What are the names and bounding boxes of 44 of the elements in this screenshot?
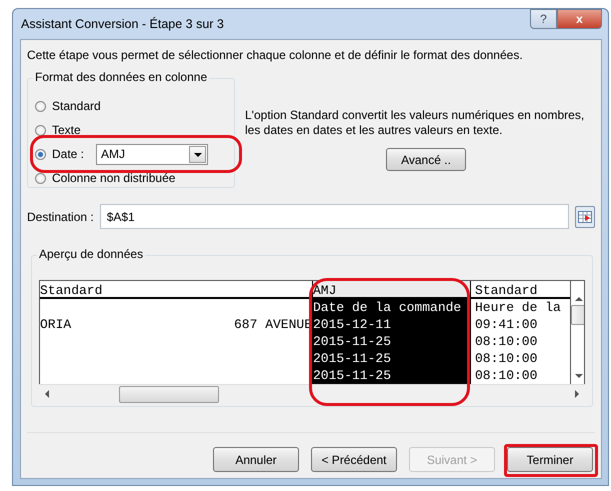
table-cell: 09:41:00 [475, 317, 538, 332]
option-label[interactable]: Standard [52, 99, 101, 113]
dialog-button[interactable]: < Précédent [311, 447, 397, 472]
radio-button[interactable] [35, 148, 46, 160]
group-title: Aperçu de données [37, 247, 146, 262]
intro-text: Cette étape vous permet de sélectionner chaque colonne et de définir le format des données. [27, 48, 524, 62]
option-label[interactable]: Colonne non distribuée [52, 171, 176, 185]
vertical-scrollbar[interactable] [570, 281, 584, 384]
destination-field[interactable]: $A$1 [100, 204, 569, 229]
explanation-text: L'option Standard convertit les valeurs numériques en nombres, les dates en dates et les autres valeurs en texte. [245, 108, 586, 138]
table-cell: Heure de la [475, 300, 561, 315]
radio-button[interactable] [35, 100, 46, 112]
column-header[interactable]: Standard [40, 281, 312, 297]
dialog-button[interactable]: Terminer [507, 447, 593, 472]
column-header[interactable]: AMJ [312, 281, 470, 297]
table-cell: 2015-11-25 [313, 334, 392, 349]
table-cell: 2015-11-25 [313, 368, 392, 383]
range-picker-button[interactable] [575, 206, 595, 228]
table-grid-icon [578, 210, 592, 222]
table-cell: Date de la commande [313, 300, 462, 315]
advanced-button[interactable]: Avancé .. [386, 148, 466, 171]
option-label[interactable]: Texte [52, 123, 81, 137]
table-cell: 08:10:00 [475, 334, 538, 349]
date-format-dropdown[interactable]: AMJ [96, 144, 208, 164]
column-header[interactable]: Standard [470, 281, 570, 297]
destination-label: Destination : [27, 210, 94, 224]
scroll-right-icon [575, 390, 579, 398]
table-cell: 2015-11-25 [313, 351, 392, 366]
table-cell: 08:10:00 [475, 368, 538, 383]
scroll-thumb[interactable] [119, 386, 219, 402]
dropdown-value: AMJ [100, 147, 126, 161]
radio-button[interactable] [35, 124, 46, 136]
window-title: Assistant Conversion - Étape 3 sur 3 [20, 17, 224, 31]
table-cell: 2015-12-11 [313, 317, 392, 332]
help-button[interactable]: ? [530, 9, 557, 29]
table-cell: 687 AVENUE [234, 316, 312, 333]
scroll-left-icon [45, 390, 49, 398]
table-cell: 08:10:00 [475, 351, 538, 366]
table-cell: ORIA [40, 316, 72, 333]
dialog-button[interactable]: Annuler [213, 447, 299, 472]
scroll-thumb[interactable] [571, 305, 584, 325]
option-label[interactable]: Date : [52, 147, 84, 161]
radio-button[interactable] [35, 172, 46, 184]
horizontal-scrollbar[interactable] [39, 384, 585, 403]
